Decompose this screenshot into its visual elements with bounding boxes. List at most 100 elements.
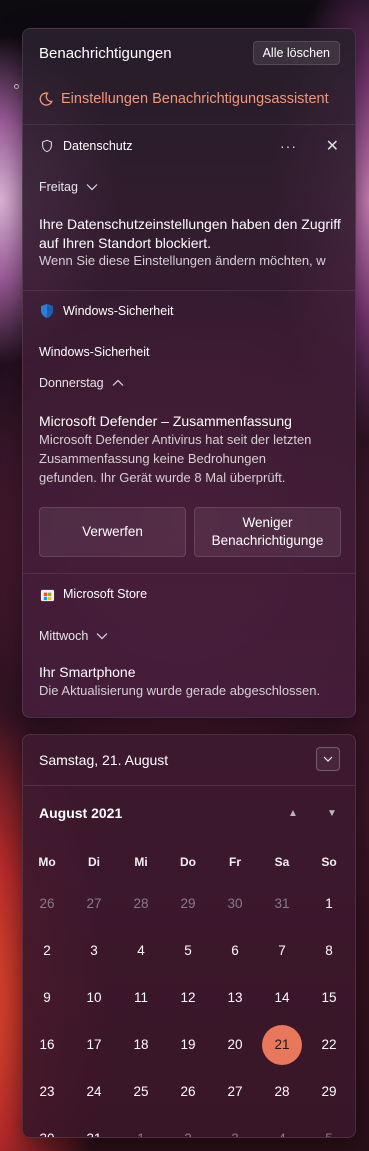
security-message-line1[interactable]: Microsoft Defender Antivirus hat seit de…: [39, 430, 311, 449]
calendar-day[interactable]: 18: [121, 1025, 161, 1065]
weekday-label: Sa: [274, 855, 290, 869]
desktop-dot: [14, 84, 19, 89]
notification-center: Benachrichtigungen Alle löschen Einstell…: [22, 28, 356, 718]
dismiss-button[interactable]: Verwerfen: [39, 507, 186, 557]
chevron-down-icon: [86, 184, 98, 191]
calendar-flyout: Samstag, 21. August August 2021 ▲ ▼ Mo Di…: [22, 734, 356, 1138]
calendar-day[interactable]: 19: [168, 1025, 208, 1065]
fewer-notifications-button[interactable]: Weniger Benachrichtigunge: [194, 507, 341, 557]
calendar-day[interactable]: 30: [27, 1119, 67, 1137]
close-icon[interactable]: ✕: [326, 136, 339, 156]
security-notification-header: Windows-Sicherheit: [23, 292, 355, 330]
calendar-day[interactable]: 29: [168, 884, 208, 924]
calendar-day[interactable]: 6: [215, 931, 255, 971]
calendar-day[interactable]: 3: [215, 1119, 255, 1137]
store-app-name: Microsoft Store: [63, 587, 148, 601]
calendar-collapse-button[interactable]: [316, 747, 340, 771]
microsoft-store-icon: [39, 586, 55, 602]
privacy-message-body[interactable]: Wenn Sie diese Einstellungen ändern möch…: [39, 251, 326, 270]
moon-icon: [39, 92, 53, 106]
calendar-day[interactable]: 12: [168, 978, 208, 1018]
calendar-day[interactable]: 27: [215, 1072, 255, 1112]
next-month-button[interactable]: ▼: [327, 808, 337, 819]
calendar-day[interactable]: 5: [168, 931, 208, 971]
calendar-day[interactable]: 5: [309, 1119, 349, 1137]
calendar-day[interactable]: 10: [74, 978, 114, 1018]
more-options-icon[interactable]: ···: [280, 138, 297, 154]
privacy-notification-header: Datenschutz ··· ✕: [23, 127, 355, 165]
security-message-line3[interactable]: gefunden. Ihr Gerät wurde 8 Mal überprüf…: [39, 468, 285, 487]
dismiss-button-label: Verwerfen: [82, 524, 143, 539]
focus-assist-settings-link[interactable]: Einstellungen Benachrichtigungsassistent: [39, 91, 329, 107]
calendar-day[interactable]: 31: [262, 884, 302, 924]
calendar-day[interactable]: 14: [262, 978, 302, 1018]
weekday-label: Mi: [134, 855, 148, 869]
divider: [23, 290, 355, 291]
calendar-day[interactable]: 22: [309, 1025, 349, 1065]
group-toggle-thursday[interactable]: Donnerstag: [39, 376, 124, 390]
calendar-day[interactable]: 17: [74, 1025, 114, 1065]
divider: [23, 124, 355, 125]
calendar-day[interactable]: 26: [27, 884, 67, 924]
clear-all-button[interactable]: Alle löschen: [252, 41, 340, 65]
store-notification-header: Microsoft Store: [23, 575, 355, 613]
chevron-up-icon: [112, 379, 124, 386]
group-toggle-wednesday[interactable]: Mittwoch: [39, 629, 108, 643]
calendar-day[interactable]: 30: [215, 884, 255, 924]
weekday-label: Do: [180, 855, 196, 869]
weekday-label: Mo: [38, 855, 56, 869]
calendar-day-selected[interactable]: 21: [262, 1025, 302, 1065]
calendar-day[interactable]: 13: [215, 978, 255, 1018]
calendar-day[interactable]: 4: [121, 931, 161, 971]
store-message-title[interactable]: Ihr Smartphone: [39, 664, 136, 680]
calendar-day[interactable]: 8: [309, 931, 349, 971]
group-label-thursday: Donnerstag: [39, 376, 104, 390]
calendar-day[interactable]: 11: [121, 978, 161, 1018]
calendar-day[interactable]: 29: [309, 1072, 349, 1112]
calendar-current-date: Samstag, 21. August: [39, 752, 169, 768]
privacy-message-title[interactable]: Ihre Datenschutzeinstellungen haben den …: [39, 216, 341, 232]
security-app-name: Windows-Sicherheit: [63, 304, 174, 318]
fewer-notifications-label-line2: Benachrichtigunge: [211, 533, 324, 548]
privacy-app-name: Datenschutz: [63, 139, 133, 153]
weekday-label: Di: [88, 855, 100, 869]
chevron-down-icon: [323, 756, 333, 762]
calendar-day[interactable]: 28: [121, 884, 161, 924]
shield-icon: [39, 138, 55, 154]
weekday-label: Fr: [229, 855, 241, 869]
security-message-line2[interactable]: Zusammenfassung keine Bedrohungen: [39, 449, 266, 468]
notification-center-title: Benachrichtigungen: [39, 45, 172, 62]
calendar-day[interactable]: 28: [262, 1072, 302, 1112]
security-subheader: Windows-Sicherheit: [39, 345, 150, 359]
calendar-month-label[interactable]: August 2021: [39, 805, 122, 821]
group-label-wednesday: Mittwoch: [39, 629, 89, 643]
calendar-day[interactable]: 2: [168, 1119, 208, 1137]
calendar-day[interactable]: 23: [27, 1072, 67, 1112]
fewer-notifications-label-line1: Weniger: [242, 515, 293, 530]
calendar-day[interactable]: 7: [262, 931, 302, 971]
calendar-day[interactable]: 4: [262, 1119, 302, 1137]
calendar-day[interactable]: 1: [121, 1119, 161, 1137]
calendar-day[interactable]: 3: [74, 931, 114, 971]
chevron-down-icon: [96, 633, 108, 640]
calendar-day[interactable]: 31: [74, 1119, 114, 1137]
group-label-friday: Freitag: [39, 180, 78, 194]
calendar-day[interactable]: 20: [215, 1025, 255, 1065]
store-message-body[interactable]: Die Aktualisierung wurde gerade abgeschl…: [39, 681, 320, 700]
weekday-label: So: [321, 855, 337, 869]
privacy-message-title-line2[interactable]: auf Ihren Standort blockiert.: [39, 235, 211, 251]
calendar-day[interactable]: 2: [27, 931, 67, 971]
calendar-day[interactable]: 1: [309, 884, 349, 924]
previous-month-button[interactable]: ▲: [288, 808, 298, 819]
calendar-day[interactable]: 15: [309, 978, 349, 1018]
calendar-day[interactable]: 25: [121, 1072, 161, 1112]
calendar-day[interactable]: 26: [168, 1072, 208, 1112]
calendar-day[interactable]: 9: [27, 978, 67, 1018]
calendar-day[interactable]: 16: [27, 1025, 67, 1065]
windows-security-shield-icon: [39, 303, 55, 319]
calendar-day[interactable]: 24: [74, 1072, 114, 1112]
security-message-title[interactable]: Microsoft Defender – Zusammenfassung: [39, 413, 292, 429]
divider: [23, 573, 355, 574]
calendar-day[interactable]: 27: [74, 884, 114, 924]
group-toggle-friday[interactable]: Freitag: [39, 180, 98, 194]
